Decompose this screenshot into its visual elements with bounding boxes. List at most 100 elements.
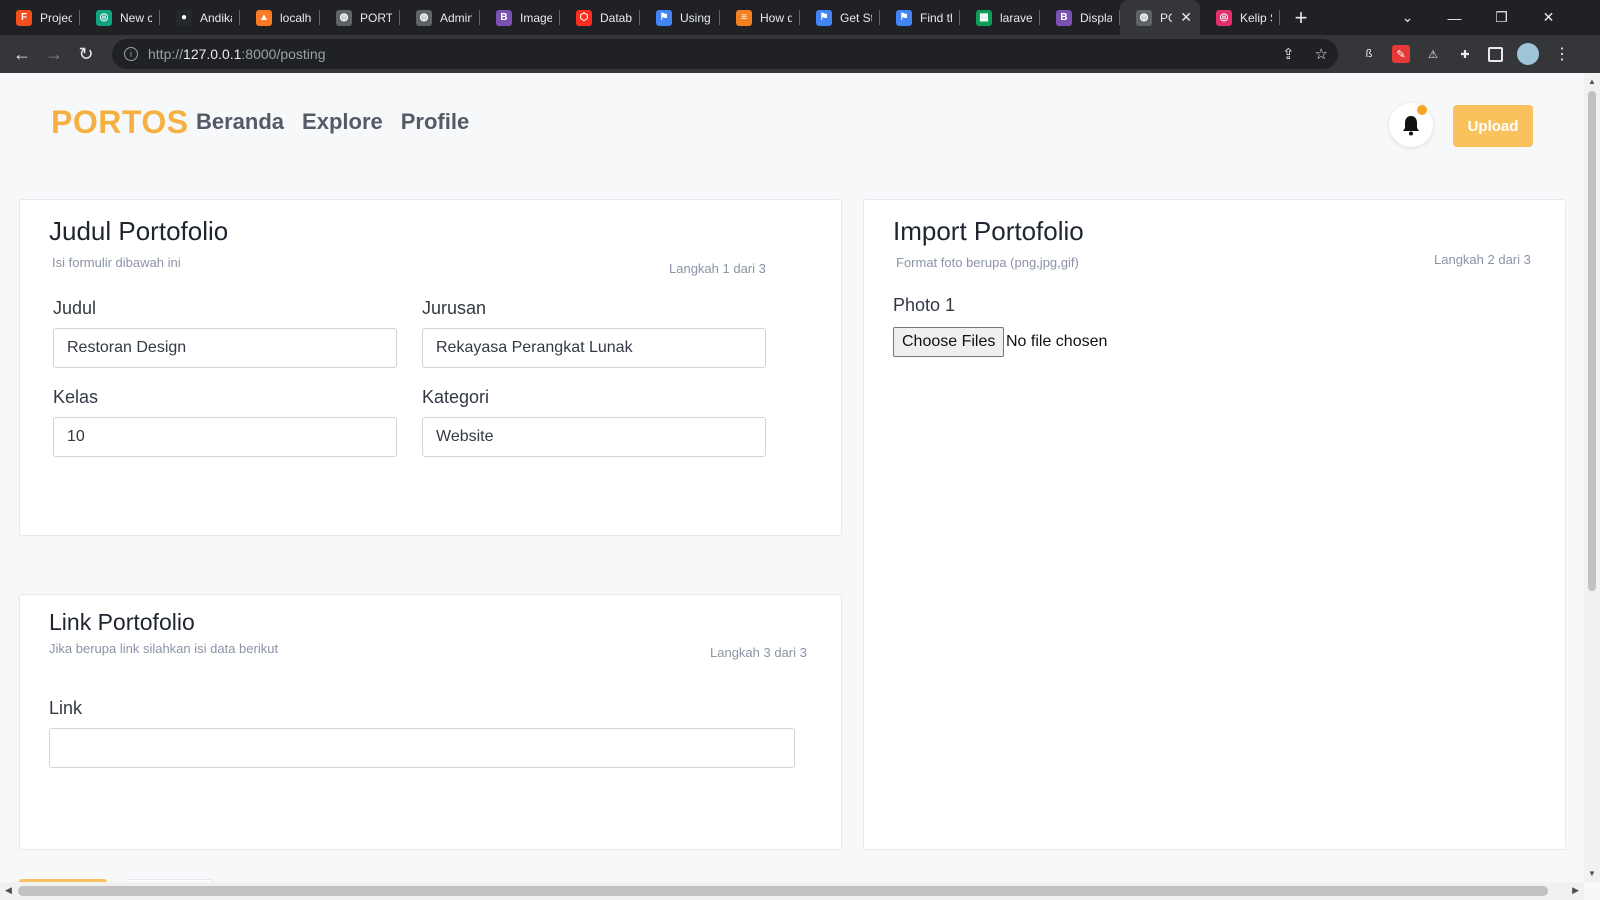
- nav-link-beranda[interactable]: Beranda: [196, 109, 284, 135]
- bootstrap-icon: B: [1056, 9, 1072, 26]
- choose-files-button[interactable]: Choose Files: [893, 327, 1005, 357]
- browser-tab[interactable]: ▲ localho: [240, 0, 320, 35]
- tab-label: Andika: [200, 10, 232, 25]
- restore-icon[interactable]: ❐: [1478, 9, 1525, 26]
- figma-icon: F: [16, 9, 32, 26]
- card-import-portofolio: Import Portofolio Format foto berupa (pn…: [863, 199, 1566, 850]
- bookmark-star-icon[interactable]: ☆: [1315, 45, 1328, 63]
- jurusan-input[interactable]: [422, 328, 766, 368]
- extension-icon[interactable]: ß: [1360, 45, 1378, 63]
- globe-icon: ◍: [416, 9, 432, 26]
- card-subtitle: Format foto berupa (png,jpg,gif): [896, 255, 1079, 270]
- nav-link-explore[interactable]: Explore: [302, 109, 383, 135]
- flag-icon: ⚑: [896, 9, 912, 26]
- step-indicator: Langkah 1 dari 3: [669, 261, 766, 276]
- browser-tab[interactable]: ⚑ Get Sta: [800, 0, 880, 35]
- instagram-icon: ◎: [1216, 9, 1232, 26]
- card-subtitle: Isi formulir dibawah ini: [52, 255, 181, 270]
- github-icon: ●: [176, 9, 192, 26]
- site-info-icon[interactable]: i: [124, 47, 138, 61]
- card-title: Import Portofolio: [893, 216, 1084, 246]
- globe-icon: ◍: [336, 9, 352, 26]
- browser-tab[interactable]: ◍ Admin: [400, 0, 480, 35]
- laravel-icon: ⬡: [576, 9, 592, 26]
- bootstrap-icon: B: [496, 9, 512, 26]
- avatar[interactable]: [1517, 43, 1539, 65]
- tab-label: Kelip S: [1240, 10, 1272, 25]
- browser-tab[interactable]: ⚑ Find th: [880, 0, 960, 35]
- browser-tab[interactable]: ● Andika: [160, 0, 240, 35]
- browser-tab[interactable]: ◍ PORTO: [320, 0, 400, 35]
- tab-search-icon[interactable]: ⌄: [1384, 9, 1431, 26]
- browser-toolbar: ← → ↻ i http://127.0.0.1:8000/posting ⇪ …: [0, 35, 1600, 73]
- browser-tab[interactable]: ◎ Kelip S: [1200, 0, 1280, 35]
- browser-tab[interactable]: ⬡ Databa: [560, 0, 640, 35]
- extension-icon[interactable]: ✎: [1392, 45, 1410, 63]
- browser-tab[interactable]: ◎ New ch: [80, 0, 160, 35]
- sheets-icon: ▦: [976, 9, 992, 26]
- browser-tab[interactable]: ◍ POI ✕: [1120, 0, 1200, 35]
- notification-dot: [1417, 105, 1427, 115]
- globe-icon: ◍: [1136, 9, 1152, 26]
- extension-icon[interactable]: ⚠: [1424, 45, 1442, 63]
- photo-label: Photo 1: [893, 295, 956, 315]
- close-window-icon[interactable]: ✕: [1525, 9, 1572, 26]
- main-nav: Beranda Explore Profile: [196, 109, 469, 135]
- sidepanel-icon[interactable]: [1488, 46, 1503, 62]
- new-tab-icon[interactable]: +: [1286, 3, 1316, 33]
- card-link-portofolio: Link Portofolio Jika berupa link silahka…: [19, 594, 842, 850]
- kebab-menu-icon[interactable]: ⋮: [1553, 45, 1571, 63]
- step-indicator: Langkah 2 dari 3: [1434, 252, 1531, 267]
- page-content: PORTOS Beranda Explore Profile Upload Ju…: [0, 73, 1584, 882]
- tab-label: Admin: [440, 10, 472, 25]
- browser-tab[interactable]: ⚑ Using L: [640, 0, 720, 35]
- nav-link-profile[interactable]: Profile: [401, 109, 469, 135]
- tab-label: PORTO: [360, 10, 392, 25]
- scrollbar-thumb[interactable]: [18, 886, 1548, 896]
- browser-tab[interactable]: ▦ laravel: [960, 0, 1040, 35]
- card-title: Link Portofolio: [49, 609, 195, 635]
- url-text: http://127.0.0.1:8000/posting: [148, 46, 326, 62]
- tab-label: Databa: [600, 10, 632, 25]
- address-bar[interactable]: i http://127.0.0.1:8000/posting ⇪ ☆: [112, 39, 1338, 69]
- brand-logo[interactable]: PORTOS: [51, 104, 189, 141]
- browser-tab[interactable]: ≡ How dc: [720, 0, 800, 35]
- reload-icon[interactable]: ↻: [70, 38, 102, 70]
- share-icon[interactable]: ⇪: [1282, 45, 1295, 63]
- minimize-icon[interactable]: —: [1431, 10, 1478, 26]
- upload-button[interactable]: Upload: [1453, 105, 1533, 147]
- card-title: Judul Portofolio: [49, 216, 229, 246]
- link-label: Link: [49, 698, 83, 718]
- kelas-label: Kelas: [53, 387, 99, 407]
- puzzle-icon[interactable]: ✚: [1456, 45, 1474, 63]
- vertical-scrollbar[interactable]: ▲ ▼: [1584, 73, 1600, 882]
- tab-label: Project: [40, 10, 72, 25]
- notification-button[interactable]: [1389, 103, 1433, 147]
- scrollbar-thumb[interactable]: [1588, 91, 1596, 591]
- close-tab-icon[interactable]: ✕: [1180, 9, 1192, 26]
- browser-tab[interactable]: F Project: [0, 0, 80, 35]
- browser-tab[interactable]: B Images: [480, 0, 560, 35]
- forward-icon[interactable]: →: [38, 38, 70, 70]
- kategori-label: Kategori: [422, 387, 490, 407]
- step-indicator: Langkah 3 dari 3: [710, 645, 807, 660]
- browser-tab[interactable]: B Display: [1040, 0, 1120, 35]
- link-input[interactable]: [49, 728, 795, 768]
- kelas-input[interactable]: [53, 417, 397, 457]
- tab-label: laravel: [1000, 10, 1032, 25]
- back-icon[interactable]: ←: [6, 38, 38, 70]
- xampp-icon: ▲: [256, 9, 272, 26]
- tab-label: Get Sta: [840, 10, 872, 25]
- window-controls: ⌄ — ❐ ✕: [1384, 0, 1572, 35]
- judul-input[interactable]: [53, 328, 397, 368]
- file-status: No file chosen: [1006, 333, 1108, 350]
- flag-icon: ⚑: [816, 9, 832, 26]
- tab-label: Display: [1080, 10, 1112, 25]
- flag-icon: ⚑: [656, 9, 672, 26]
- chatgpt-icon: ◎: [96, 9, 112, 26]
- extensions-area: ß ✎ ⚠ ✚ ⋮: [1360, 35, 1571, 73]
- kategori-input[interactable]: [422, 417, 766, 457]
- horizontal-scrollbar[interactable]: ◀ ▶: [0, 882, 1584, 900]
- bell-icon: [1403, 116, 1419, 136]
- tab-label: How dc: [760, 10, 792, 25]
